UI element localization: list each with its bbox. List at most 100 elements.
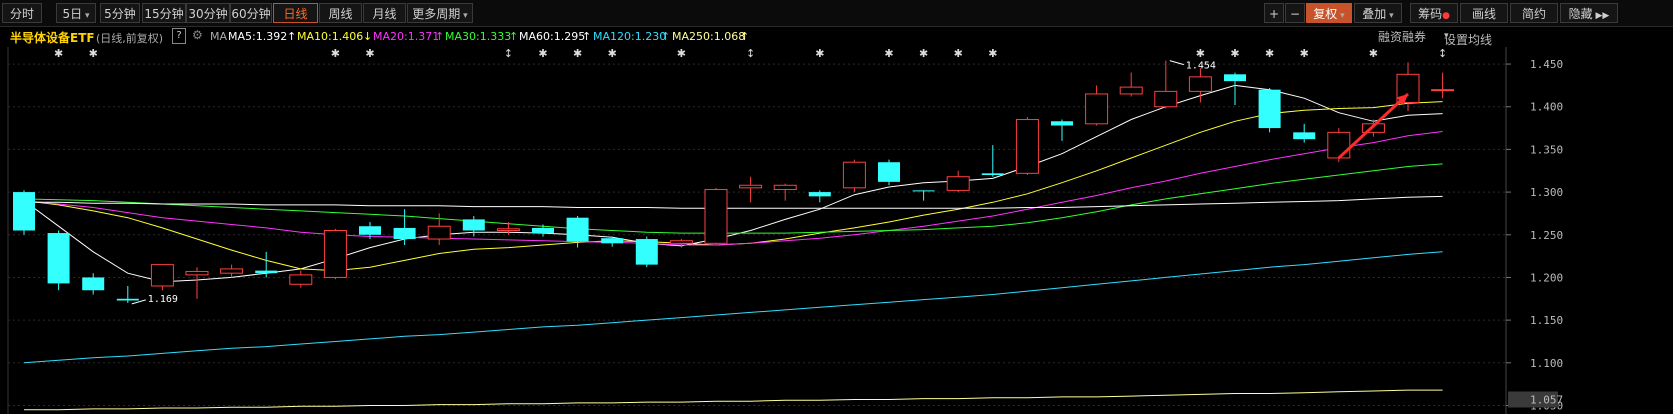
candle-body-down: [878, 162, 900, 182]
period-tab-60min[interactable]: 60分钟: [230, 3, 272, 23]
candle-body-down: [981, 173, 1004, 176]
candle-body-down: [1051, 121, 1073, 126]
y-tick-label: 1.200: [1530, 271, 1563, 284]
ma10-legend: MA10:1.406: [297, 30, 364, 43]
candle-body-down: [808, 192, 831, 197]
notification-dot-icon: ●: [1442, 11, 1450, 21]
ma30-legend: MA30:1.333: [445, 30, 512, 43]
ma60-trend-icon: ↑: [582, 30, 592, 43]
candle-body-up: [1119, 86, 1143, 95]
candle-body-up: [323, 230, 347, 278]
event-marker-icon: ✱: [677, 47, 686, 60]
event-marker-icon: ✱: [1196, 47, 1205, 60]
candle-body-up: [1154, 90, 1178, 108]
adjust-dropdown[interactable]: 复权: [1306, 3, 1352, 23]
candle-body-down: [1258, 89, 1281, 129]
simple-mode-button[interactable]: 简约: [1510, 3, 1558, 23]
ma120-trend-icon: ↑: [661, 30, 671, 43]
candle-body-up: [289, 274, 313, 285]
period-toolbar: 分时 5日 5分钟 15分钟 30分钟 60分钟 日线 周线 月线 更多周期 +…: [0, 0, 1673, 27]
candle-body-down: [47, 233, 70, 284]
y-tick-label: 1.100: [1530, 357, 1563, 370]
overlay-dropdown[interactable]: 叠加: [1354, 3, 1402, 23]
candle-body-down: [13, 192, 35, 231]
candle-body-up: [842, 161, 866, 189]
zoom-out-button[interactable]: −: [1285, 3, 1305, 23]
ma10-trend-icon: ↓: [363, 30, 373, 43]
help-icon[interactable]: ?: [172, 28, 186, 44]
hide-panel-label: 隐藏: [1568, 7, 1593, 21]
ma-legend-bar: 半导体设备ETF (日线,前复权) ? ⚙ MA MA5:1.392 ↑ MA1…: [0, 27, 1673, 47]
candlestick-chart[interactable]: 1.169 1.454 ✱ ✱ ✱ ✱ ↕ ✱ ✱ ✱ ✱ ↕ ✱ ✱ ✱ ✱ ✱ ✱ ✱ ✱ ✱ ✱ ↕ 1.450 1.…: [0, 47, 1673, 414]
ma-settings-label: 设置均线: [1444, 33, 1493, 47]
event-marker-icon: ✱: [1300, 47, 1309, 60]
event-marker-icon: ✱: [89, 47, 98, 60]
y-tick-label: 1.250: [1530, 229, 1563, 242]
candle-body-down: [116, 298, 139, 301]
period-tab-intraday[interactable]: 分时: [2, 3, 42, 23]
candle-body-down: [1293, 132, 1316, 140]
chips-label: 筹码: [1418, 7, 1443, 21]
ma-label: MA: [210, 30, 228, 43]
event-marker-icon: ✱: [988, 47, 997, 60]
y-tick-label: 1.150: [1530, 314, 1563, 327]
event-marker-icon: ✱: [573, 47, 582, 60]
candle-body-down: [393, 227, 416, 240]
candle-body-down: [912, 190, 935, 192]
candle-body-up: [946, 176, 970, 191]
candle-body-down: [532, 227, 554, 234]
candle-body-up: [669, 240, 693, 244]
ma20-legend: MA20:1.371: [373, 30, 440, 43]
period-tab-monthly[interactable]: 月线: [363, 3, 406, 23]
candle-body-up: [1431, 89, 1455, 92]
candle-body-up: [739, 184, 763, 189]
high-price-label: 1.454: [1186, 61, 1216, 72]
event-marker-icon: ✱: [54, 47, 63, 60]
candle-body-down: [82, 277, 105, 291]
event-marker-icon: ✱: [919, 47, 928, 60]
candle-body-up: [1327, 131, 1351, 159]
candle-body-down: [601, 238, 624, 244]
period-tab-5min[interactable]: 5分钟: [100, 3, 140, 23]
ma5-trend-icon: ↑: [287, 30, 297, 43]
candle-body-up: [1188, 76, 1212, 92]
hide-panel-button[interactable]: 隐藏 ▶▶: [1560, 3, 1618, 23]
candle-body-down: [359, 226, 381, 235]
period-tab-5day[interactable]: 5日: [56, 3, 96, 23]
event-marker-icon: ↕: [504, 47, 513, 60]
candle-body-down: [1224, 74, 1246, 82]
period-tab-weekly[interactable]: 周线: [319, 3, 362, 23]
ma30-trend-icon: ↑: [509, 30, 519, 43]
ma250-trend-icon: ↑: [740, 30, 750, 43]
candle-body-up: [1085, 93, 1109, 125]
candle-body-up: [773, 184, 797, 191]
zoom-in-button[interactable]: +: [1264, 3, 1284, 23]
event-marker-icon: ✱: [815, 47, 824, 60]
event-marker-icon: ✱: [538, 47, 547, 60]
draw-line-button[interactable]: 画线: [1460, 3, 1508, 23]
period-tab-daily[interactable]: 日线: [273, 3, 318, 23]
low-price-label: 1.169: [148, 294, 178, 305]
candle-body-up: [427, 225, 451, 240]
event-marker-icon: ✱: [365, 47, 374, 60]
chips-button[interactable]: 筹码●: [1410, 3, 1458, 23]
candle-body-up: [150, 264, 174, 287]
candle-body-down: [255, 270, 278, 274]
event-marker-icon: ✱: [608, 47, 617, 60]
ma60-legend: MA60:1.295: [519, 30, 586, 43]
margin-trading-button[interactable]: 融资融券: [1378, 28, 1426, 45]
candle-body-up: [220, 268, 244, 274]
security-name: 半导体设备ETF: [10, 31, 95, 45]
candle-body-down: [462, 219, 485, 231]
double-chevron-right-icon: ▶▶: [1592, 11, 1610, 21]
y-tick-label: 1.350: [1530, 143, 1563, 156]
period-tab-15min[interactable]: 15分钟: [142, 3, 186, 23]
period-tab-30min[interactable]: 30分钟: [186, 3, 230, 23]
more-periods-dropdown[interactable]: 更多周期: [407, 3, 473, 23]
candle-body-down: [635, 239, 658, 265]
ma250-legend: MA250:1.068: [672, 30, 746, 43]
gear-icon[interactable]: ⚙: [192, 28, 203, 42]
event-marker-icon: ✱: [1265, 47, 1274, 60]
current-price-label: 1.057: [1530, 393, 1563, 406]
y-tick-label: 1.450: [1530, 58, 1563, 71]
